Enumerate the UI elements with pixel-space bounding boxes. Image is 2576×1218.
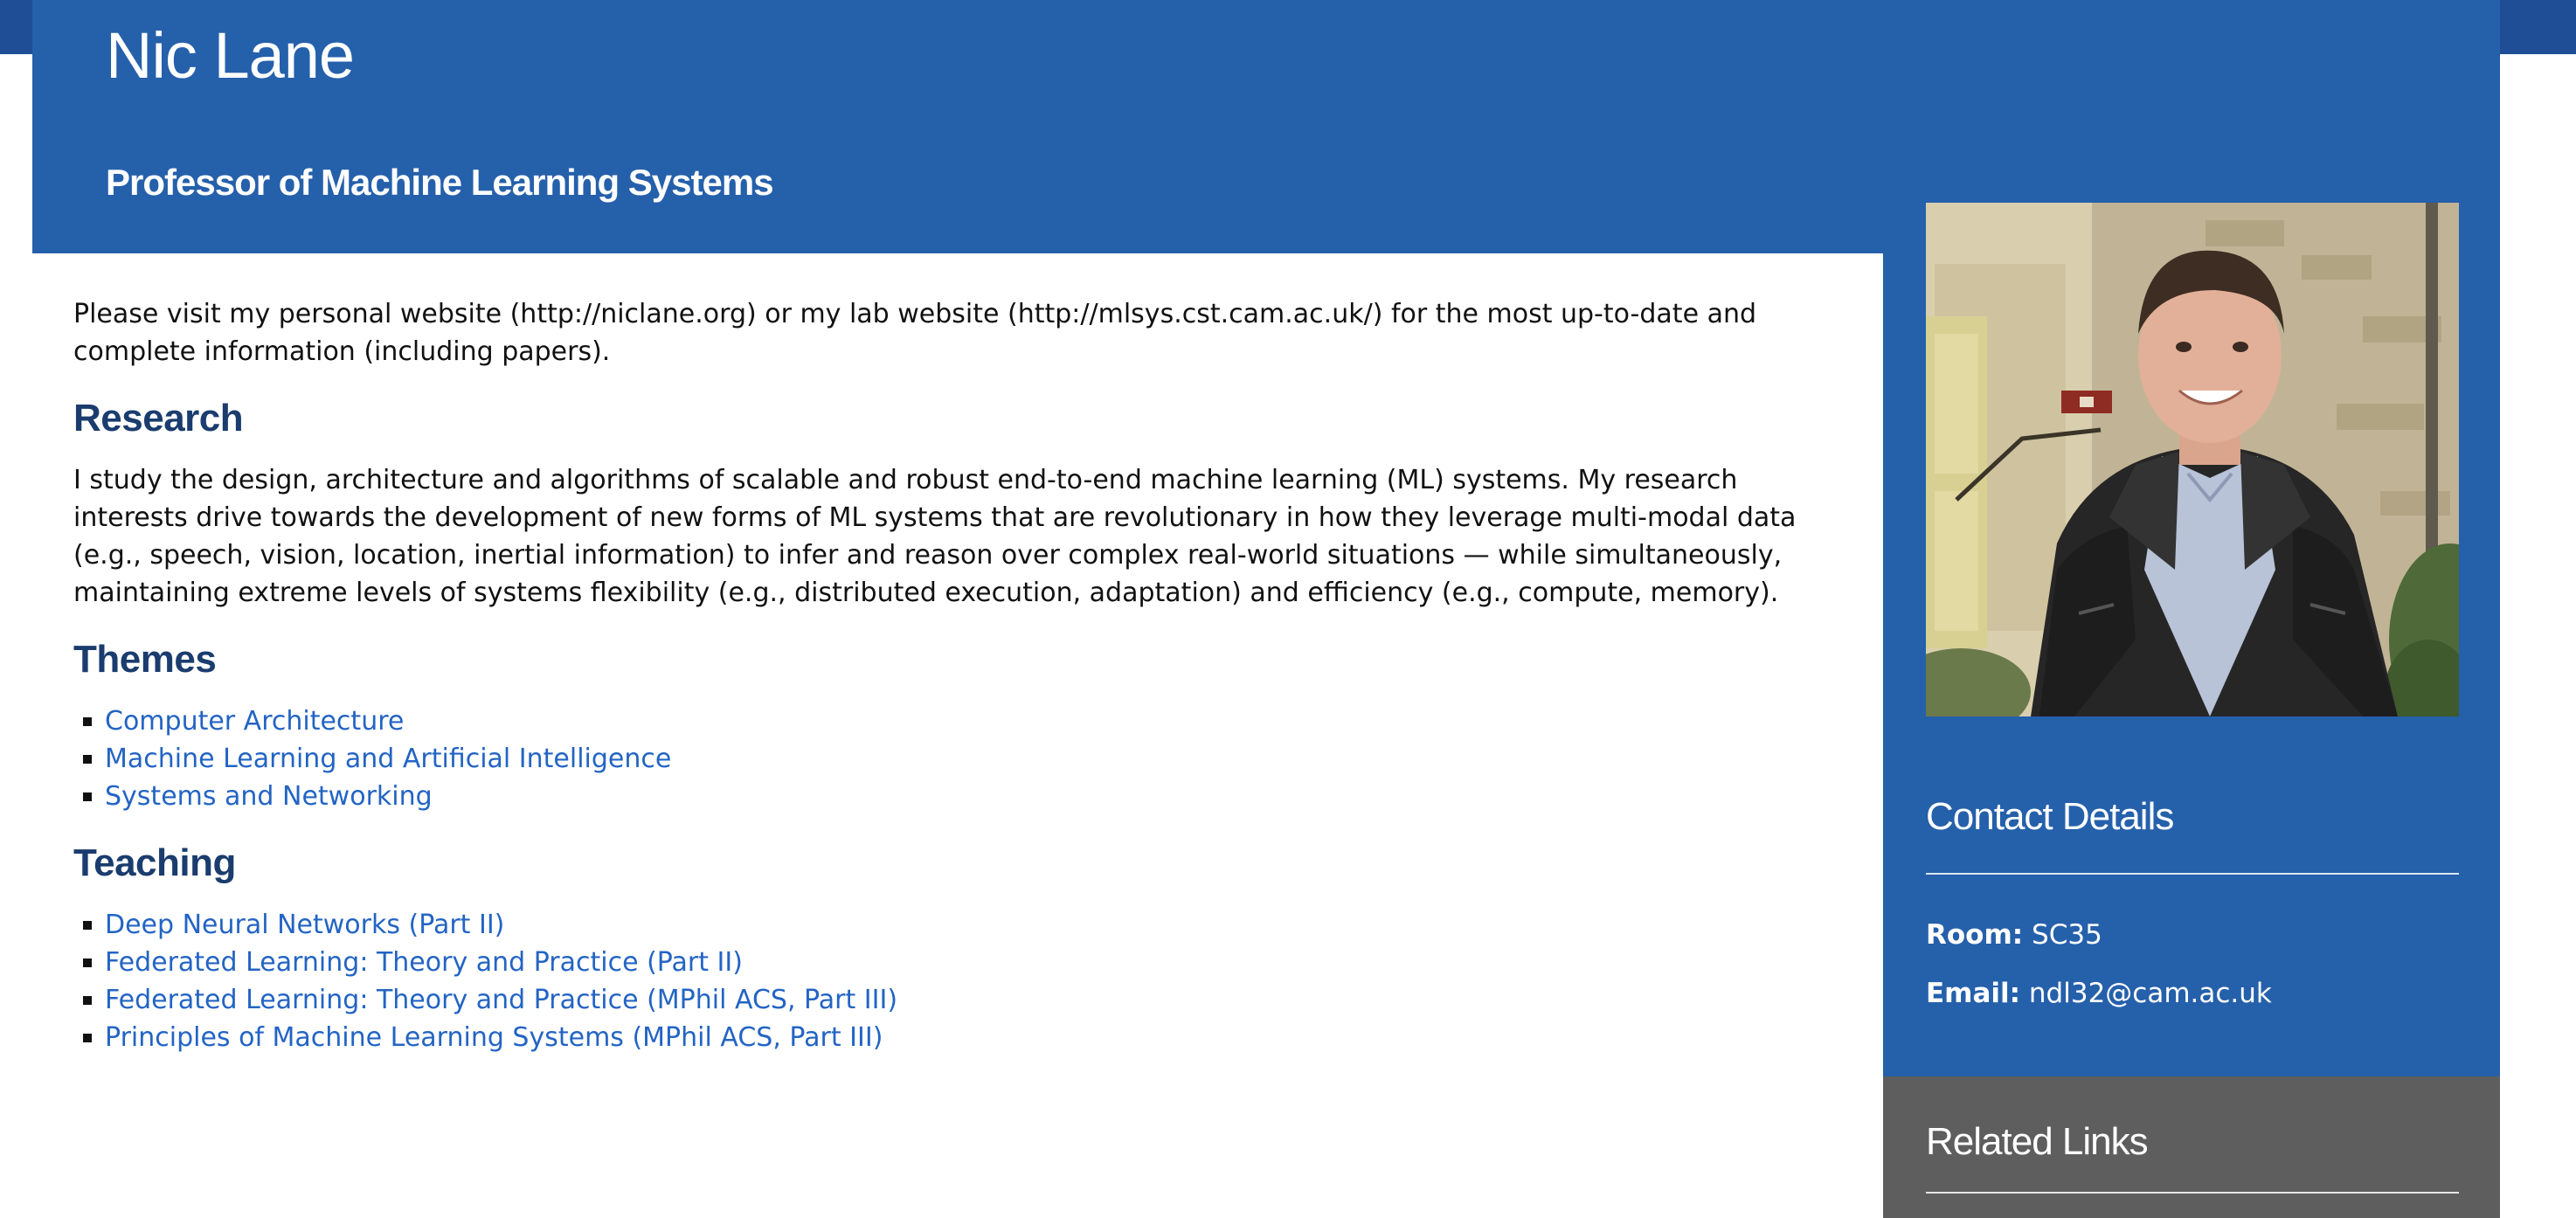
person-name: Nic Lane bbox=[106, 19, 355, 92]
related-links-heading: Related Links bbox=[1926, 1120, 2149, 1163]
bullet-icon bbox=[83, 958, 92, 967]
bullet-icon bbox=[83, 921, 92, 930]
list-item: Federated Learning: Theory and Practice … bbox=[73, 981, 1821, 1019]
profile-photo bbox=[1926, 203, 2459, 716]
bullet-icon bbox=[83, 1034, 92, 1042]
room-label: Room: bbox=[1926, 919, 2024, 951]
research-text: I study the design, architecture and alg… bbox=[73, 465, 1797, 608]
teaching-link-dnn[interactable]: Deep Neural Networks (Part II) bbox=[105, 910, 504, 940]
theme-link-ml-ai[interactable]: Machine Learning and Artificial Intellig… bbox=[105, 744, 671, 774]
divider bbox=[1926, 1192, 2459, 1194]
list-item: Machine Learning and Artificial Intellig… bbox=[73, 740, 1821, 778]
intro-text: Please visit my personal website (http:/… bbox=[73, 299, 1757, 367]
email-value[interactable]: ndl32@cam.ac.uk bbox=[2029, 978, 2272, 1009]
job-title: Professor of Machine Learning Systems bbox=[106, 162, 774, 203]
divider bbox=[1926, 873, 2459, 875]
teaching-link-principles-mlsys[interactable]: Principles of Machine Learning Systems (… bbox=[105, 1022, 883, 1053]
teaching-heading: Teaching bbox=[73, 841, 236, 884]
email-label: Email: bbox=[1926, 978, 2021, 1009]
list-item: Principles of Machine Learning Systems (… bbox=[73, 1019, 1821, 1056]
themes-list: Computer Architecture Machine Learning a… bbox=[73, 702, 1821, 815]
email-detail: Email: ndl32@cam.ac.uk bbox=[1926, 978, 2272, 1009]
room-value: SC35 bbox=[2032, 919, 2102, 951]
theme-link-computer-architecture[interactable]: Computer Architecture bbox=[105, 706, 404, 737]
list-item: Deep Neural Networks (Part II) bbox=[73, 906, 1821, 944]
research-heading: Research bbox=[73, 397, 244, 439]
themes-heading: Themes bbox=[73, 638, 217, 681]
bullet-icon bbox=[83, 996, 92, 1005]
list-item: Systems and Networking bbox=[73, 778, 1821, 815]
list-item: Computer Architecture bbox=[73, 702, 1821, 740]
teaching-link-fl-part2[interactable]: Federated Learning: Theory and Practice … bbox=[105, 947, 743, 978]
bullet-icon bbox=[83, 717, 92, 726]
room-detail: Room: SC35 bbox=[1926, 919, 2102, 951]
main-content: Please visit my personal website (http:/… bbox=[73, 295, 1821, 1079]
teaching-list: Deep Neural Networks (Part II) Federated… bbox=[73, 906, 1821, 1056]
related-links-panel: Related Links bbox=[1883, 1076, 2500, 1218]
sidebar: Contact Details Room: SC35 Email: ndl32@… bbox=[1883, 149, 2500, 1076]
bullet-icon bbox=[83, 792, 92, 801]
list-item: Federated Learning: Theory and Practice … bbox=[73, 944, 1821, 981]
contact-heading: Contact Details bbox=[1926, 795, 2174, 838]
theme-link-systems-networking[interactable]: Systems and Networking bbox=[105, 781, 433, 812]
teaching-link-fl-mphil[interactable]: Federated Learning: Theory and Practice … bbox=[105, 985, 897, 1015]
bullet-icon bbox=[83, 755, 92, 764]
